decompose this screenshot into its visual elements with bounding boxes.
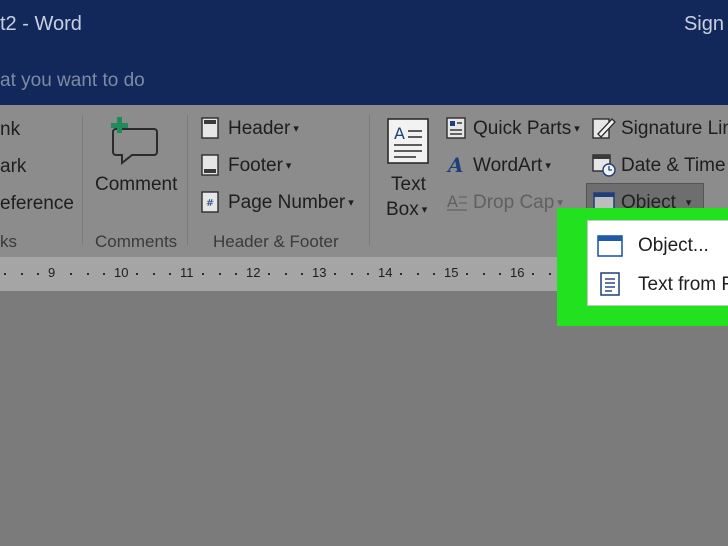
object-dropdown-menu: Object... Text from File (587, 220, 728, 306)
ruler-tick-label: 11 (180, 265, 194, 280)
object-icon (597, 235, 623, 257)
cross-reference-button[interactable]: eference (0, 193, 74, 215)
ruler-dot (21, 273, 23, 275)
ruler-dot (483, 273, 485, 275)
ruler-dot (400, 273, 402, 275)
bookmark-button[interactable]: ark (0, 156, 26, 178)
ruler-dot (351, 273, 353, 275)
date-time-button[interactable]: Date & Time (621, 155, 726, 177)
document-canvas[interactable] (0, 291, 728, 546)
ruler-dot (169, 273, 171, 275)
ruler-dot (87, 273, 89, 275)
group-divider (187, 115, 188, 245)
ruler-dot (37, 273, 39, 275)
ruler-dot (4, 273, 6, 275)
ruler-dot (301, 273, 303, 275)
ruler-dot (549, 273, 551, 275)
title-bar: t2 - Word Sign (0, 0, 728, 52)
text-box-label-line1: Text (391, 174, 426, 195)
svg-text:A: A (446, 154, 464, 176)
signature-line-icon (592, 118, 616, 139)
ruler-dot (285, 273, 287, 275)
ruler-dot (466, 273, 468, 275)
ruler-dot (268, 273, 270, 275)
page-number-icon: # (201, 191, 219, 213)
footer-icon (201, 154, 219, 176)
ruler-dot (153, 273, 155, 275)
menu-item-object[interactable]: Object... (588, 225, 728, 265)
ruler-tick-label: 10 (114, 265, 129, 280)
menu-item-object-label: Object... (638, 235, 709, 256)
footer-button[interactable]: Footer ▾ (228, 155, 291, 177)
ruler-tick-label: 12 (246, 265, 261, 280)
ruler-dot (136, 273, 138, 275)
ruler-dot (202, 273, 204, 275)
svg-text:A: A (447, 192, 458, 211)
ruler-dot (367, 273, 369, 275)
window-title: t2 - Word (0, 13, 82, 35)
ruler-dot (417, 273, 419, 275)
ruler-tick-label: 13 (312, 265, 327, 280)
tell-me-bar: at you want to do (0, 52, 728, 105)
ruler-dot (433, 273, 435, 275)
sign-in-link[interactable]: Sign (684, 13, 724, 36)
group-divider (82, 115, 83, 245)
links-group-label: ks (0, 232, 17, 251)
ruler-dot (103, 273, 105, 275)
ruler-tick-label: 16 (510, 265, 525, 280)
ruler-tick-label: 15 (444, 265, 459, 280)
header-button[interactable]: Header ▾ (228, 118, 299, 140)
tell-me-input[interactable]: at you want to do (0, 70, 145, 92)
svg-text:A: A (394, 124, 405, 143)
header-footer-group-label: Header & Footer (213, 232, 339, 251)
wordart-button[interactable]: WordArt ▾ (473, 155, 551, 177)
ruler-tick-label: 9 (48, 265, 56, 280)
hyperlink-button[interactable]: nk (0, 119, 20, 141)
drop-cap-icon: A (447, 192, 467, 211)
comments-group-label: Comments (95, 232, 178, 251)
drop-cap-button[interactable]: Drop Cap ▾ (473, 192, 563, 214)
date-time-icon (592, 154, 616, 177)
ruler-dot (219, 273, 221, 275)
menu-item-text-from-file-label: Text from File (638, 274, 728, 295)
ruler-dot (235, 273, 237, 275)
menu-item-text-from-file[interactable]: Text from File (588, 264, 728, 304)
ruler-dot (499, 273, 501, 275)
quick-parts-button[interactable]: Quick Parts ▾ (473, 118, 580, 140)
svg-text:#: # (206, 198, 214, 209)
comment-icon (111, 117, 158, 165)
quick-parts-icon (446, 117, 466, 139)
signature-line-button[interactable]: Signature Line (621, 118, 728, 140)
ruler-dot (70, 273, 72, 275)
ruler-dot (532, 273, 534, 275)
ruler-dot (334, 273, 336, 275)
text-box-icon: A (387, 118, 429, 164)
group-divider (369, 115, 370, 245)
ruler-tick-label: 14 (378, 265, 393, 280)
page-number-button[interactable]: Page Number ▾ (228, 192, 354, 214)
header-icon (201, 117, 219, 139)
text-file-icon (600, 272, 620, 296)
comment-label: Comment (95, 174, 178, 195)
text-box-label-line2: Box ▾ (386, 199, 428, 220)
wordart-icon: A (446, 154, 464, 176)
